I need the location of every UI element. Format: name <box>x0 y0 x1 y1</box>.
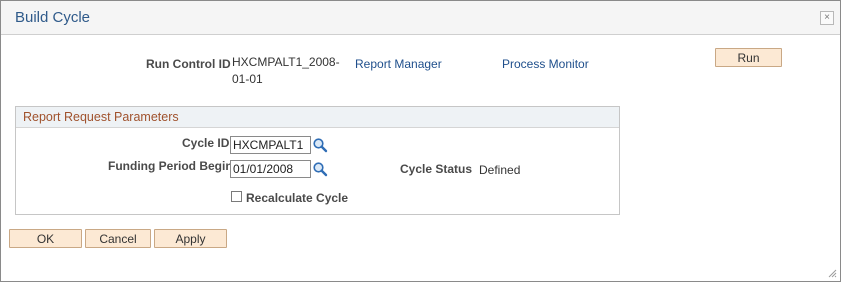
group-title: Report Request Parameters <box>23 110 179 124</box>
dialog-title: Build Cycle <box>15 9 91 26</box>
magnifier-icon[interactable] <box>312 161 328 177</box>
run-control-id-value-line2: 01-01 <box>232 72 263 86</box>
cycle-status-label: Cycle Status <box>400 162 473 176</box>
run-control-id-value-line1: HXCMPALT1_2008- <box>232 55 340 69</box>
ok-button[interactable]: OK <box>9 229 82 248</box>
recalculate-cycle-label: Recalculate Cycle <box>246 191 349 205</box>
close-icon[interactable]: × <box>820 11 834 25</box>
dialog-titlebar: Build Cycle × <box>1 1 840 35</box>
cycle-status-value: Defined <box>479 163 521 177</box>
cancel-button[interactable]: Cancel <box>85 229 151 248</box>
group-header: Report Request Parameters <box>16 107 619 128</box>
report-manager-link[interactable]: Report Manager <box>355 57 442 71</box>
cycle-id-label: Cycle ID <box>182 136 230 150</box>
process-monitor-link[interactable]: Process Monitor <box>502 57 589 71</box>
resize-grip-icon[interactable] <box>827 268 837 278</box>
run-button[interactable]: Run <box>715 48 782 67</box>
report-request-parameters-group: Report Request Parameters Cycle ID Fundi… <box>15 106 620 215</box>
magnifier-icon[interactable] <box>312 137 328 153</box>
build-cycle-dialog: Build Cycle × Run Control ID HXCMPALT1_2… <box>0 0 841 282</box>
run-control-id-label: Run Control ID <box>146 57 231 71</box>
apply-button[interactable]: Apply <box>154 229 227 248</box>
recalculate-cycle-checkbox[interactable] <box>231 191 242 202</box>
funding-period-begin-input[interactable] <box>230 160 311 178</box>
funding-period-begin-label: Funding Period Begin <box>108 159 233 173</box>
cycle-id-input[interactable] <box>230 136 311 154</box>
